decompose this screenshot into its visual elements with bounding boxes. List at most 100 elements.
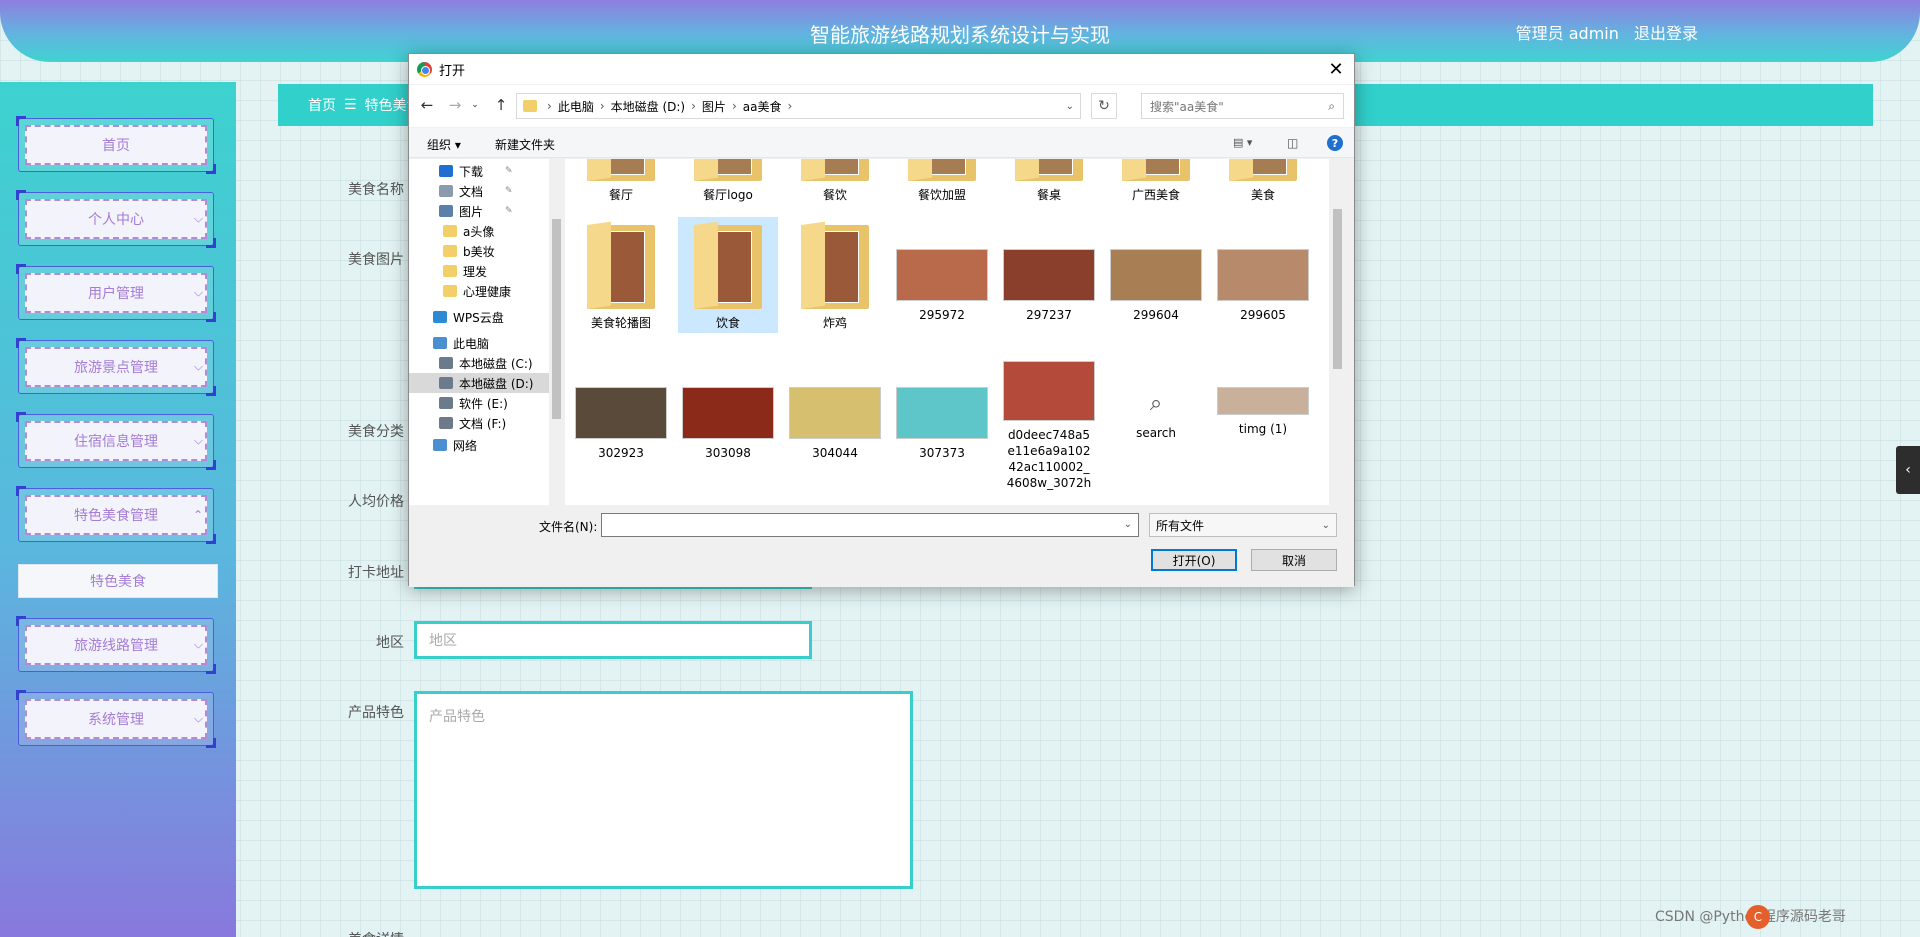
nav-item-label: WPS云盘 <box>453 310 504 325</box>
preview-pane-icon[interactable]: ◫ <box>1287 136 1298 150</box>
sidebar-item-2[interactable]: 用户管理 ⌵ <box>16 264 216 322</box>
file-item[interactable]: d0deec748a5e11e6a9a10242ac110002_4608w_3… <box>999 355 1099 491</box>
file-item[interactable]: 297237 <box>999 217 1099 323</box>
folder-item[interactable]: 餐厅 <box>571 159 671 203</box>
back-icon[interactable]: ← <box>417 95 437 115</box>
nav-item[interactable]: 心理健康 <box>443 281 511 301</box>
sidebar-item-7[interactable]: 系统管理 ⌵ <box>16 690 216 748</box>
filetype-select[interactable]: 所有文件 ⌄ <box>1149 513 1337 537</box>
folder-icon <box>801 159 869 181</box>
nav-item[interactable]: 本地磁盘 (D:) <box>409 373 549 393</box>
help-icon[interactable]: ? <box>1327 135 1343 151</box>
refresh-icon[interactable]: ↻ <box>1091 93 1117 119</box>
nav-item[interactable]: a头像 <box>443 221 494 241</box>
folder-icon <box>1122 159 1190 181</box>
nav-item[interactable]: 网络 <box>433 435 477 455</box>
drive-icon <box>439 417 453 429</box>
sidebar-subitem-food[interactable]: 特色美食 <box>18 564 218 598</box>
sidebar: 首页个人中心 ⌵ 用户管理 ⌵ 旅游景点管理 ⌵ 住宿信息管理 ⌵ 特色美食管理 ⌃ 旅游线路管理 ⌵… <box>0 82 236 937</box>
recent-dropdown-icon[interactable]: ⌄ <box>465 95 485 115</box>
file-item[interactable]: 295972 <box>892 217 992 323</box>
cancel-button[interactable]: 取消 <box>1251 549 1337 571</box>
csdn-logo-icon: C <box>1746 905 1770 929</box>
nav-item[interactable]: 此电脑 <box>433 333 489 353</box>
file-item[interactable]: timg (1) <box>1213 355 1313 437</box>
search-input[interactable]: 搜索"aa美食" ⌕ <box>1141 93 1344 119</box>
sidebar-item-5[interactable]: 特色美食管理 ⌃ <box>16 486 216 544</box>
up-icon[interactable]: ↑ <box>491 95 511 115</box>
close-icon[interactable]: ✕ <box>1324 57 1348 81</box>
collapse-button[interactable]: ‹ <box>1896 446 1920 494</box>
new-folder-button[interactable]: 新建文件夹 <box>495 136 555 153</box>
folder-icon <box>1229 159 1297 181</box>
nav-item[interactable]: b美妆 <box>443 241 495 261</box>
file-item[interactable]: 302923 <box>571 355 671 461</box>
folder-item[interactable]: 饮食 <box>678 217 778 333</box>
search-placeholder: 搜索"aa美食" <box>1150 99 1224 114</box>
address-bar[interactable]: › 此电脑 › 本地磁盘 (D:) › 图片 › aa美食 › ⌄ <box>516 93 1081 119</box>
decor-corner <box>206 386 216 396</box>
file-item[interactable]: ⌕ search <box>1106 355 1206 441</box>
folder-icon <box>443 225 457 237</box>
sidebar-item-0[interactable]: 首页 <box>16 116 216 174</box>
nav-item[interactable]: 文档 (F:) <box>439 413 506 433</box>
region-input[interactable]: 地区 <box>414 621 812 659</box>
filename-input[interactable]: ⌄ <box>601 513 1139 537</box>
nav-item[interactable]: 下载 ✎ <box>439 161 513 181</box>
search-icon: ⌕ <box>1328 98 1335 113</box>
feature-label: 产品特色 <box>348 705 404 721</box>
folder-item[interactable]: 炸鸡 <box>785 217 885 333</box>
user-label: 管理员 admin <box>1515 24 1619 43</box>
folder-item[interactable]: 美食 <box>1213 159 1313 203</box>
net-icon <box>433 439 447 451</box>
region-label: 地区 <box>376 635 404 651</box>
open-button[interactable]: 打开(O) <box>1151 549 1237 571</box>
file-item[interactable]: 307373 <box>892 355 992 461</box>
decor-corner <box>206 738 216 748</box>
folder-item[interactable]: 美食轮播图 <box>571 217 671 333</box>
decor-corner <box>16 190 26 200</box>
sidebar-item-6[interactable]: 旅游线路管理 ⌵ <box>16 616 216 674</box>
file-item[interactable]: 299605 <box>1213 217 1313 323</box>
nav-item-label: 文档 <box>459 184 484 199</box>
content-scrollbar[interactable] <box>1329 159 1345 505</box>
folder-item[interactable]: 餐桌 <box>999 159 1099 203</box>
image-thumbnail <box>1110 249 1202 301</box>
nav-item-label: 本地磁盘 (D:) <box>459 376 534 391</box>
address-crumb[interactable]: 图片 <box>702 98 726 115</box>
name-label: 美食名称 <box>348 182 404 198</box>
organize-button[interactable]: 组织 ▾ <box>427 136 461 153</box>
sidebar-item-1[interactable]: 个人中心 ⌵ <box>16 190 216 248</box>
file-item[interactable]: 303098 <box>678 355 778 461</box>
folder-item[interactable]: 餐饮 <box>785 159 885 203</box>
sidebar-item-4[interactable]: 住宿信息管理 ⌵ <box>16 412 216 470</box>
file-item[interactable]: 299604 <box>1106 217 1206 323</box>
image-thumbnail <box>1003 361 1095 421</box>
file-item[interactable]: 304044 <box>785 355 885 461</box>
nav-item[interactable]: 文档 ✎ <box>439 181 513 201</box>
address-crumb[interactable]: 此电脑 <box>558 98 594 115</box>
nav-item-label: 理发 <box>463 264 488 279</box>
sidebar-item-3[interactable]: 旅游景点管理 ⌵ <box>16 338 216 396</box>
feature-textarea[interactable]: 产品特色 <box>414 691 913 889</box>
folder-item[interactable]: 广西美食 <box>1106 159 1206 203</box>
nav-scrollbar[interactable] <box>549 159 563 505</box>
view-icon[interactable]: ▤ ▾ <box>1233 136 1252 149</box>
folder-item[interactable]: 餐饮加盟 <box>892 159 992 203</box>
forward-icon[interactable]: → <box>445 95 465 115</box>
dialog-footer: 文件名(N): ⌄ 所有文件 ⌄ 打开(O) 取消 <box>409 505 1354 587</box>
breadcrumb-home[interactable]: 首页 <box>308 95 336 115</box>
image-thumbnail <box>896 249 988 301</box>
sidebar-item-label: 系统管理 <box>25 699 207 739</box>
chevron-down-icon[interactable]: ⌄ <box>1066 101 1074 112</box>
logout-link[interactable]: 退出登录 <box>1634 24 1698 43</box>
nav-item[interactable]: 软件 (E:) <box>439 393 508 413</box>
folder-item[interactable]: 餐厅logo <box>678 159 778 203</box>
nav-item[interactable]: WPS云盘 <box>433 307 504 327</box>
nav-item[interactable]: 图片 ✎ <box>439 201 513 221</box>
folder-icon <box>443 285 457 297</box>
nav-item[interactable]: 理发 <box>443 261 487 281</box>
nav-item[interactable]: 本地磁盘 (C:) <box>439 353 533 373</box>
address-crumb[interactable]: 本地磁盘 (D:) <box>611 98 685 115</box>
address-crumb[interactable]: aa美食 <box>743 98 782 115</box>
